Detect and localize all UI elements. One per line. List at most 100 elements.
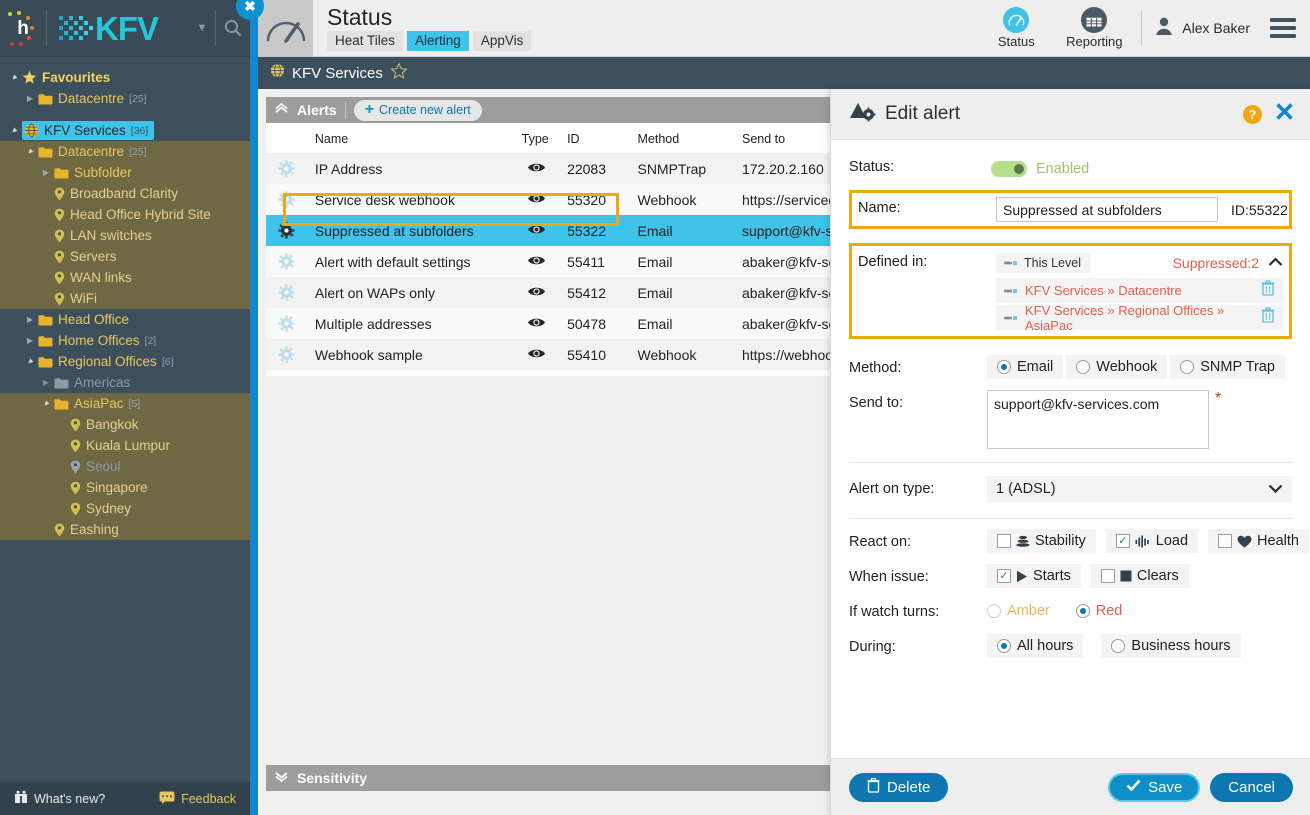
- chevron-expanded-icon[interactable]: ▼: [6, 74, 22, 82]
- row-name[interactable]: Service desk webhook: [307, 184, 514, 215]
- row-name[interactable]: IP Address: [307, 153, 514, 184]
- brand-logo[interactable]: KFV: [47, 12, 189, 45]
- chevron-collapsed-icon[interactable]: ▶: [38, 169, 54, 177]
- method-option-email[interactable]: Email: [987, 355, 1063, 379]
- question-mark-icon[interactable]: ?: [1243, 105, 1262, 124]
- cancel-button[interactable]: Cancel: [1210, 773, 1293, 802]
- save-button[interactable]: Save: [1108, 773, 1200, 802]
- eye-icon[interactable]: [514, 246, 559, 277]
- row-name[interactable]: Suppressed at subfolders: [307, 215, 514, 246]
- tree-item-kfv-services[interactable]: ▼KFV Services[36]: [0, 120, 250, 141]
- when-issue-option-starts[interactable]: ✓Starts: [987, 564, 1081, 588]
- watch-turns-option-red[interactable]: Red: [1076, 599, 1123, 623]
- chevron-expanded-icon[interactable]: ▼: [22, 148, 38, 156]
- watch-turns-option-amber[interactable]: Amber: [987, 599, 1050, 623]
- tree-item-wifi[interactable]: WiFi: [0, 288, 250, 309]
- alert-name-input[interactable]: [996, 197, 1218, 222]
- status-toggle[interactable]: [991, 161, 1027, 177]
- tree-item-sydney[interactable]: Sydney: [0, 498, 250, 519]
- row-name[interactable]: Webhook sample: [307, 339, 514, 370]
- tree-item-favourites[interactable]: ▼Favourites: [0, 67, 250, 88]
- star-outline-icon[interactable]: [390, 62, 408, 85]
- radio-indicator[interactable]: [1111, 639, 1125, 653]
- tab-alerting[interactable]: Alerting: [407, 31, 469, 51]
- chevron-collapsed-icon[interactable]: ▶: [22, 337, 38, 345]
- radio-indicator[interactable]: [1076, 360, 1090, 374]
- during-option-business-hours[interactable]: Business hours: [1101, 634, 1240, 658]
- row-name[interactable]: Multiple addresses: [307, 308, 514, 339]
- navigation-tree[interactable]: ▼Favourites▶Datacentre[25] ▼KFV Services[…: [0, 57, 250, 782]
- radio-indicator[interactable]: [987, 604, 1001, 618]
- send-to-textarea[interactable]: [987, 390, 1209, 449]
- row-settings-gear-icon[interactable]: [266, 339, 307, 370]
- trash-icon[interactable]: [1261, 280, 1275, 301]
- whats-new-link[interactable]: What's new?: [34, 792, 105, 806]
- feedback-link[interactable]: Feedback: [181, 792, 236, 806]
- if-watch-turns-radio-group[interactable]: Amber Red: [987, 599, 1292, 623]
- radio-indicator[interactable]: [997, 360, 1011, 374]
- row-settings-gear-icon[interactable]: [266, 277, 307, 308]
- tab-bar[interactable]: Heat TilesAlertingAppVis: [327, 31, 531, 51]
- close-x-icon[interactable]: [1275, 102, 1294, 126]
- tree-item-servers[interactable]: Servers: [0, 246, 250, 267]
- chevron-collapsed-icon[interactable]: ▶: [22, 95, 38, 103]
- during-radio-group[interactable]: All hoursBusiness hours: [987, 634, 1292, 658]
- checkbox-indicator[interactable]: ✓: [997, 569, 1011, 583]
- method-option-webhook[interactable]: Webhook: [1066, 355, 1167, 379]
- eye-icon[interactable]: [514, 184, 559, 215]
- chevron-up-icon[interactable]: [274, 101, 289, 119]
- nav-reporting[interactable]: Reporting: [1055, 7, 1133, 49]
- tree-item-seoul[interactable]: Seoul: [0, 456, 250, 477]
- nav-status[interactable]: Status: [977, 7, 1055, 49]
- tree-item-datacentre[interactable]: ▼Datacentre[25]: [0, 141, 250, 162]
- user-menu[interactable]: Alex Baker: [1150, 16, 1264, 41]
- tree-item-broadband-clarity[interactable]: Broadband Clarity: [0, 183, 250, 204]
- this-level-chip[interactable]: This Level: [996, 253, 1091, 273]
- react-on-option-stability[interactable]: Stability: [987, 529, 1096, 553]
- eye-icon[interactable]: [514, 277, 559, 308]
- tree-item-home-offices[interactable]: ▶Home Offices[2]: [0, 330, 250, 351]
- radio-indicator[interactable]: [997, 639, 1011, 653]
- row-settings-gear-icon[interactable]: [266, 184, 307, 215]
- tree-item-datacentre[interactable]: ▶Datacentre[25]: [0, 88, 250, 109]
- tree-item-subfolder[interactable]: ▶Subfolder: [0, 162, 250, 183]
- tree-item-lan-switches[interactable]: LAN switches: [0, 225, 250, 246]
- sidebar-resize-handle[interactable]: [250, 0, 258, 815]
- react-on-checkbox-group[interactable]: Stability✓LoadHealth: [987, 529, 1309, 553]
- eye-icon[interactable]: [514, 215, 559, 246]
- tab-appvis[interactable]: AppVis: [473, 31, 532, 51]
- defined-in-row[interactable]: KFV Services » Regional Offices » AsiaPa…: [996, 305, 1283, 330]
- chevron-down-icon[interactable]: ▼: [189, 0, 215, 57]
- tree-item-head-office[interactable]: ▶Head Office: [0, 309, 250, 330]
- create-new-alert-button[interactable]: + Create new alert: [354, 100, 482, 121]
- method-radio-group[interactable]: EmailWebhookSNMP Trap: [987, 355, 1292, 379]
- checkbox-indicator[interactable]: [1101, 569, 1115, 583]
- trash-icon[interactable]: [1261, 307, 1275, 328]
- tree-item-bangkok[interactable]: Bangkok: [0, 414, 250, 435]
- chevron-collapsed-icon[interactable]: ▶: [38, 379, 54, 387]
- tree-item-eashing[interactable]: Eashing: [0, 519, 250, 540]
- tree-item-wan-links[interactable]: WAN links: [0, 267, 250, 288]
- chevron-expanded-icon[interactable]: ▼: [38, 400, 54, 408]
- checkbox-indicator[interactable]: [1218, 534, 1232, 548]
- product-logo[interactable]: h: [0, 0, 46, 57]
- tree-item-americas[interactable]: ▶Americas: [0, 372, 250, 393]
- row-settings-gear-icon[interactable]: [266, 246, 307, 277]
- eye-icon[interactable]: [514, 339, 559, 370]
- checkbox-indicator[interactable]: ✓: [1116, 534, 1130, 548]
- when-issue-option-clears[interactable]: Clears: [1091, 564, 1189, 588]
- breadcrumb-label[interactable]: KFV Services: [292, 65, 383, 82]
- eye-icon[interactable]: [514, 153, 559, 184]
- when-issue-checkbox-group[interactable]: ✓Starts Clears: [987, 564, 1292, 588]
- chevron-expanded-icon[interactable]: ▼: [6, 127, 22, 135]
- method-option-snmp-trap[interactable]: SNMP Trap: [1170, 355, 1285, 379]
- chevron-collapsed-icon[interactable]: ▶: [22, 316, 38, 324]
- checkbox-indicator[interactable]: [997, 534, 1011, 548]
- defined-in-path[interactable]: KFV Services » Regional Offices » AsiaPa…: [1025, 303, 1254, 333]
- row-settings-gear-icon[interactable]: [266, 153, 307, 184]
- row-name[interactable]: Alert on WAPs only: [307, 277, 514, 308]
- delete-button[interactable]: Delete: [849, 773, 948, 802]
- row-settings-gear-icon[interactable]: [266, 308, 307, 339]
- hamburger-menu-icon[interactable]: [1264, 18, 1296, 38]
- react-on-option-health[interactable]: Health: [1208, 529, 1309, 553]
